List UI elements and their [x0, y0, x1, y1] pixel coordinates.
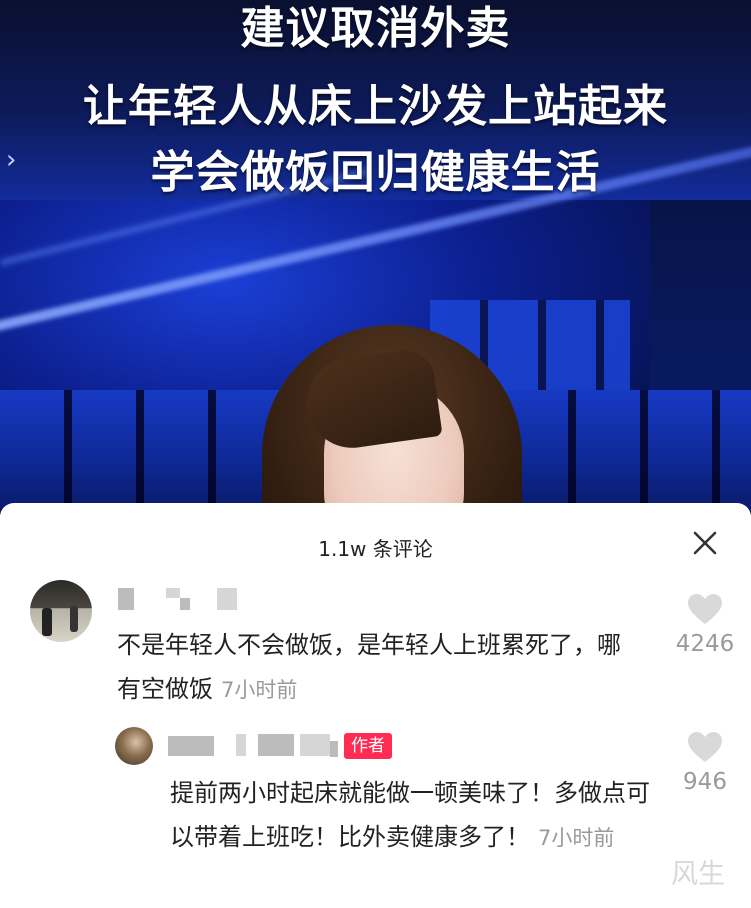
like-button[interactable]: 946 — [670, 731, 740, 795]
comment-item: 不是年轻人不会做饭，是年轻人上班累死了，哪有空做饭 7小时前 — [117, 623, 637, 712]
avatar[interactable] — [115, 727, 153, 765]
reply-timestamp: 7小时前 — [538, 826, 615, 850]
news-presenter — [262, 325, 522, 515]
author-badge: 作者 — [344, 733, 392, 759]
comments-count-title: 1.1w 条评论 — [318, 537, 433, 561]
close-button[interactable] — [687, 525, 723, 561]
heart-icon — [688, 732, 722, 762]
reply-item: 提前两小时起床就能做一顿美味了！多做点可以带着上班吃！比外卖健康多了！ 7小时前 — [170, 771, 670, 860]
avatar-figure — [42, 608, 52, 636]
watermark: 风生 — [671, 859, 725, 890]
comments-sheet: 1.1w 条评论 不是年轻人不会做饭，是年轻人上班累死了，哪有空做饭 7小时前 4… — [0, 503, 751, 908]
like-button[interactable]: 4246 — [670, 593, 740, 657]
close-icon — [693, 531, 717, 555]
heart-icon — [688, 594, 722, 624]
avatar[interactable] — [30, 580, 92, 642]
comment-timestamp: 7小时前 — [221, 678, 298, 702]
headline-line-1: 建议取消外卖 — [240, 3, 511, 54]
like-count: 946 — [683, 769, 727, 795]
video-frame[interactable]: › 建议取消外卖 让年轻人从床上沙发上站起来 学会做饭回归健康生活 — [0, 0, 751, 515]
headline-line-3: 学会做饭回归健康生活 — [150, 147, 601, 198]
headline-line-2: 让年轻人从床上沙发上站起来 — [83, 81, 668, 132]
like-count: 4246 — [675, 631, 735, 657]
avatar-figure — [70, 606, 78, 632]
comment-text: 不是年轻人不会做饭，是年轻人上班累死了，哪有空做饭 — [117, 631, 621, 703]
